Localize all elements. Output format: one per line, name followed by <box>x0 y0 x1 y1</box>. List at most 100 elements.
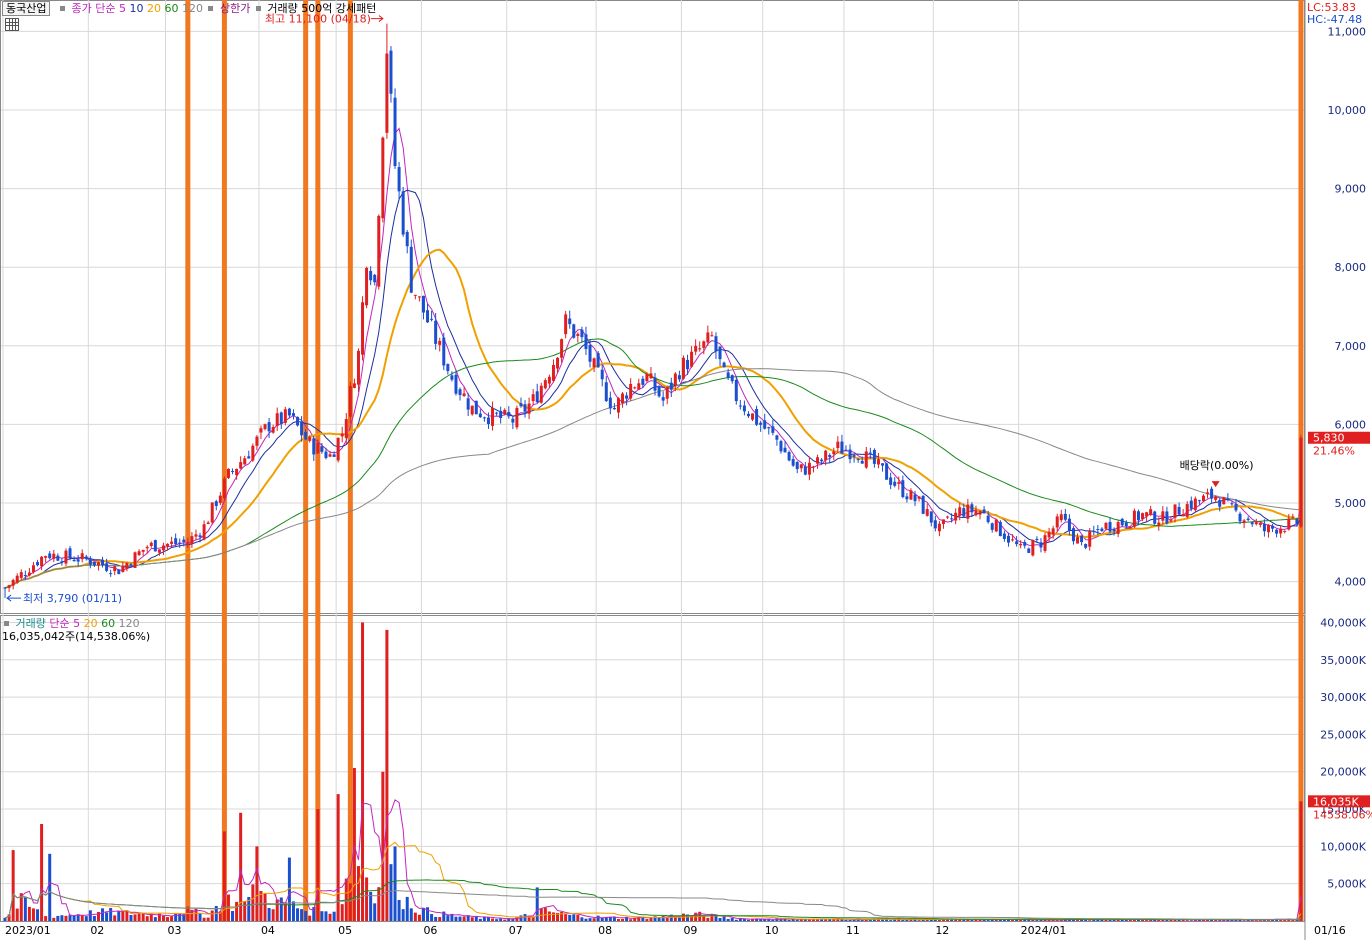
volume-bar <box>726 918 730 921</box>
candle-body <box>409 246 413 293</box>
candle-body <box>202 524 206 540</box>
candle-body <box>1246 518 1250 520</box>
volume-bar <box>1189 920 1193 921</box>
candle-body <box>1108 522 1112 532</box>
candle-body <box>503 409 507 415</box>
candle-body <box>1177 506 1181 515</box>
candle-body <box>519 403 523 407</box>
volume-bar <box>72 915 76 921</box>
volume-bar <box>430 914 434 921</box>
candle-body <box>1238 513 1242 522</box>
candle-body <box>1124 522 1128 527</box>
vma-5-label: 5 <box>73 617 81 630</box>
candle-body <box>698 348 702 350</box>
price-tick-label: 5,000 <box>1335 497 1367 510</box>
volume-bar <box>373 903 377 921</box>
candle-body <box>564 314 568 335</box>
candle-body <box>978 511 982 515</box>
volume-bar <box>389 864 393 921</box>
candle-body <box>462 393 466 397</box>
candle-body <box>1128 526 1132 529</box>
candle-body <box>304 431 308 440</box>
candle-body <box>186 543 190 546</box>
volume-bar <box>121 910 125 921</box>
candle-body <box>1059 514 1063 521</box>
candle-body <box>665 386 669 399</box>
candle-body <box>381 137 385 219</box>
candle-body <box>677 375 681 380</box>
x-tick-label: 01/16 <box>1314 924 1346 937</box>
volume-bar <box>564 913 568 921</box>
candle-body <box>1080 535 1084 543</box>
candle-body <box>129 564 133 566</box>
candle-body <box>625 395 629 399</box>
volume-bar <box>572 914 576 921</box>
candle-body <box>426 310 430 323</box>
limit-up-highlight <box>347 0 353 921</box>
volume-bar <box>596 915 600 921</box>
candle-body <box>243 458 247 465</box>
candle-body <box>1031 540 1035 556</box>
candle-body <box>44 556 48 558</box>
candle-body <box>852 455 856 457</box>
x-tick-label: 09 <box>683 924 697 937</box>
volume-bar <box>88 910 92 921</box>
volume-bar <box>917 920 921 921</box>
stock-name[interactable]: 동국산업 <box>2 1 51 16</box>
candle-body <box>507 411 511 417</box>
x-tick-label: 02 <box>90 924 104 937</box>
volume-bar <box>243 901 247 921</box>
candle-body <box>1234 504 1238 511</box>
candle-body <box>1299 437 1303 527</box>
candle-body <box>283 409 287 423</box>
volume-bar <box>409 908 413 921</box>
volume-bar <box>332 911 336 921</box>
volume-bar <box>1145 920 1149 921</box>
candle-body <box>966 504 970 519</box>
candle-body <box>954 512 958 521</box>
candle-body <box>92 561 96 566</box>
candle-body <box>405 231 409 247</box>
ma-5-line <box>4 127 1302 589</box>
candle-body <box>515 407 519 428</box>
candle-body <box>929 511 933 523</box>
candle-body <box>897 482 901 484</box>
volume-bar <box>458 916 462 921</box>
volume-bar <box>397 899 401 921</box>
candle-body <box>1055 516 1059 528</box>
candle-body <box>377 215 381 287</box>
candle-body <box>1222 497 1226 505</box>
volume-bar <box>231 911 235 921</box>
volume-bar <box>592 918 596 921</box>
volume-bar <box>722 916 726 921</box>
candle-body <box>1271 525 1275 529</box>
price-tick-label: 6,000 <box>1335 418 1367 431</box>
candle-body <box>434 320 438 344</box>
volume-bar <box>31 908 35 921</box>
table-icon[interactable] <box>5 18 19 31</box>
legend-marker-icon <box>255 6 261 11</box>
candle-body <box>3 587 7 589</box>
candle-body <box>1023 542 1027 546</box>
candle-body <box>27 572 31 576</box>
candle-body <box>348 385 352 417</box>
volume-bar <box>385 629 389 921</box>
candle-body <box>1275 529 1279 534</box>
volume-bar <box>1218 920 1222 921</box>
candle-body <box>1071 528 1075 542</box>
candle-body <box>101 559 105 566</box>
volume-bar <box>153 917 157 921</box>
volume-bar <box>1279 919 1283 921</box>
candle-body <box>909 490 913 500</box>
candle-body <box>259 428 263 433</box>
volume-bar <box>649 918 653 921</box>
volume-bar <box>393 846 397 921</box>
candle-body <box>474 400 478 415</box>
volume-tick-label: 30,000K <box>1320 691 1366 704</box>
ma-60-label: 60 <box>164 2 179 15</box>
candle-body <box>1088 531 1092 547</box>
candle-body <box>941 519 945 525</box>
volume-bar <box>117 910 121 921</box>
candle-body <box>1084 544 1088 548</box>
volume-bar <box>27 906 31 921</box>
